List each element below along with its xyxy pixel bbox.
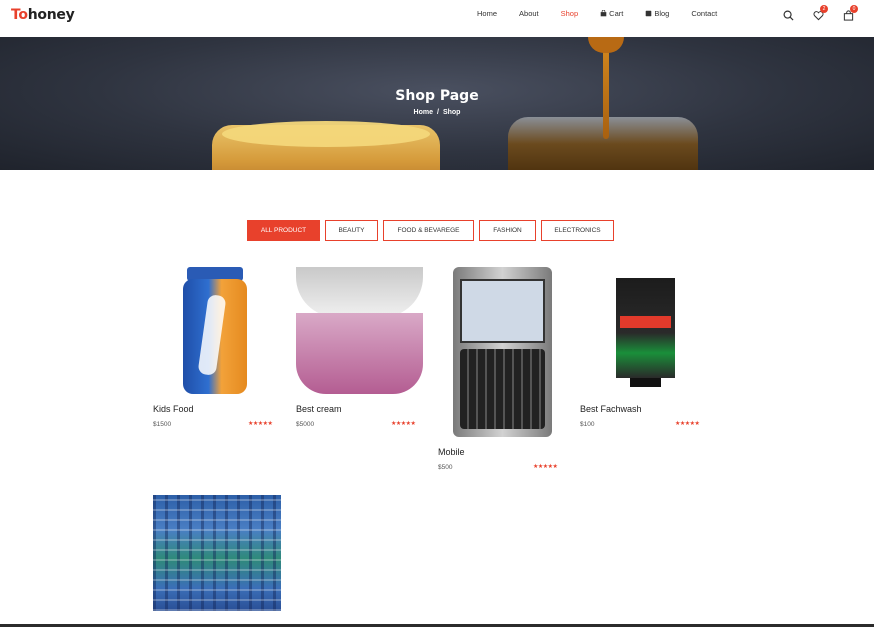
product-image-best-cream[interactable] xyxy=(296,267,423,394)
cart-count-badge: 0 xyxy=(850,5,858,13)
hero-title: Shop Page xyxy=(395,88,479,104)
breadcrumb: Home / Shop xyxy=(0,109,874,116)
product-image-fabric[interactable] xyxy=(153,495,281,611)
filter-electronics[interactable]: ELECTRONICS xyxy=(541,220,614,241)
filter-all-product[interactable]: ALL PRODUCT xyxy=(247,220,320,241)
breadcrumb-separator: / xyxy=(437,109,439,116)
wishlist-count-badge: 2 xyxy=(820,5,828,13)
nav-cart[interactable]: Cart xyxy=(600,9,623,18)
ponds-logo xyxy=(324,314,396,332)
product-name-mobile[interactable]: Mobile xyxy=(438,447,465,457)
brand-part-1: To xyxy=(11,7,28,23)
product-price-best-cream: $5000 xyxy=(296,421,315,428)
product-price-mobile: $500 xyxy=(438,464,453,471)
nav-about-label: About xyxy=(519,9,539,18)
nav-contact-label: Contact xyxy=(691,9,718,18)
product-image-kids-food[interactable] xyxy=(183,267,247,394)
product-name-best-cream[interactable]: Best cream xyxy=(296,404,342,414)
nav-blog[interactable]: Blog xyxy=(645,9,669,18)
brand-part-2: honey xyxy=(27,7,75,23)
product-name-best-fachwash[interactable]: Best Fachwash xyxy=(580,404,642,414)
wishlist-icon[interactable]: 2 xyxy=(813,5,828,26)
nav-home[interactable]: Home xyxy=(477,9,497,18)
filter-food-beverage[interactable]: FOOD & BEVAREGE xyxy=(383,220,474,241)
product-filters: ALL PRODUCT BEAUTY FOOD & BEVAREGE FASHI… xyxy=(247,220,619,241)
product-rating-mobile: ★★★★★ xyxy=(533,464,558,470)
filter-beauty[interactable]: BEAUTY xyxy=(325,220,378,241)
product-rating-kids-food: ★★★★★ xyxy=(248,421,273,427)
nav-shop-label: Shop xyxy=(560,9,579,18)
main-nav: Home About Shop Cart Blog Contact xyxy=(477,9,739,18)
breadcrumb-current: Shop xyxy=(442,109,461,116)
book-icon xyxy=(646,10,652,17)
product-image-best-fachwash[interactable] xyxy=(616,278,675,387)
site-header: Tohoney Home About Shop Cart Blog Contac… xyxy=(0,0,874,36)
filter-fashion[interactable]: FASHION xyxy=(479,220,536,241)
product-image-mobile[interactable] xyxy=(453,267,552,437)
breadcrumb-home[interactable]: Home xyxy=(414,109,433,116)
product-rating-best-fachwash: ★★★★★ xyxy=(675,421,700,427)
product-name-kids-food[interactable]: Kids Food xyxy=(153,404,194,414)
nav-shop[interactable]: Shop xyxy=(561,9,579,18)
product-price-kids-food: $1500 xyxy=(153,421,172,428)
cart-icon[interactable]: 0 xyxy=(843,5,858,26)
bag-icon xyxy=(600,10,607,17)
nav-blog-label: Blog xyxy=(654,9,670,18)
product-rating-best-cream: ★★★★★ xyxy=(391,421,416,427)
product-price-best-fachwash: $100 xyxy=(580,421,595,428)
nav-about[interactable]: About xyxy=(519,9,539,18)
hero-banner: Shop Page Home / Shop xyxy=(0,37,874,170)
nav-home-label: Home xyxy=(477,9,498,18)
nav-cart-label: Cart xyxy=(609,9,624,18)
honeycomb-top xyxy=(222,121,430,147)
brand-logo[interactable]: Tohoney xyxy=(11,7,75,23)
search-icon[interactable] xyxy=(783,8,794,26)
nav-contact[interactable]: Contact xyxy=(691,9,717,18)
honey-dipper xyxy=(588,37,624,53)
